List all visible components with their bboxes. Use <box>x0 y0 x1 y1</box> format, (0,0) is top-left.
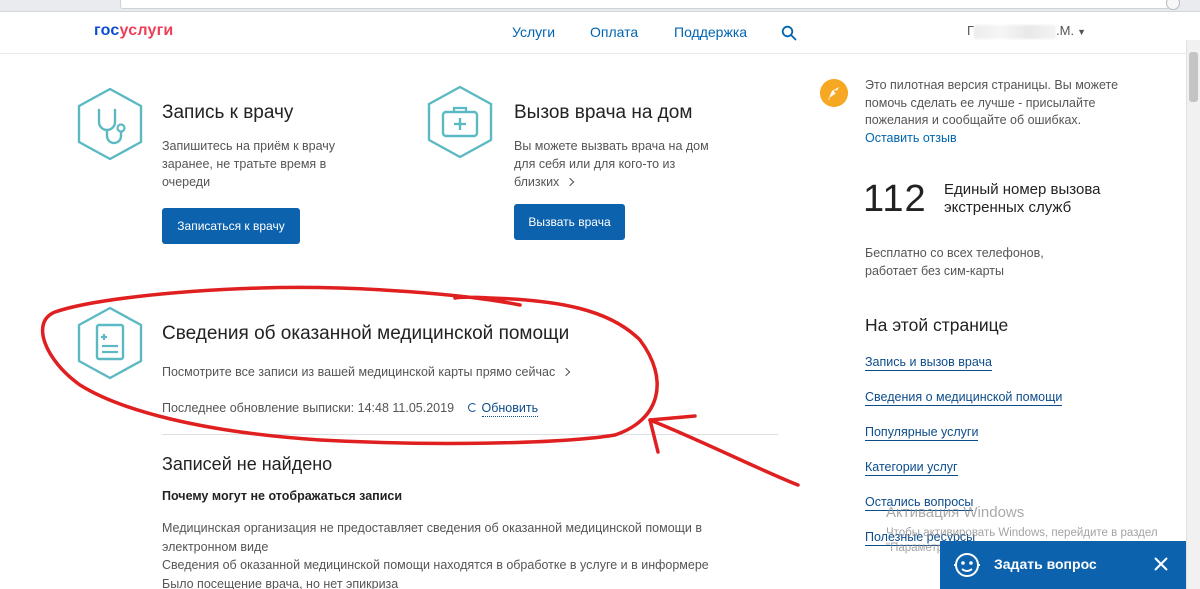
user-menu[interactable]: Г .М. ▼ <box>967 23 1086 39</box>
stethoscope-icon <box>77 87 143 161</box>
appointment-desc-line: Запишитесь на приём к врачу <box>162 139 336 153</box>
section-divider <box>162 434 778 435</box>
site-header: госуслуги Услуги Оплата Поддержка Г .М. ▼ <box>0 12 1186 54</box>
reason-line: Сведения об оказанной медицинской помощи… <box>162 558 709 572</box>
refresh-button[interactable]: Обновить <box>467 401 539 417</box>
anchor-link-appointment[interactable]: Запись и вызов врача <box>865 355 992 371</box>
ask-question-widget[interactable]: Задать вопрос <box>940 541 1186 589</box>
reason-line: электронном виде <box>162 539 269 554</box>
no-records-reasons: Медицинская организация не предоставляет… <box>162 519 782 589</box>
search-icon[interactable] <box>781 25 797 41</box>
no-records-subtitle: Почему могут не отображаться записи <box>162 489 403 503</box>
medical-help-title[interactable]: Сведения об оказанной медицинской помощи <box>162 323 569 345</box>
home-visit-desc-last: близких <box>514 175 560 189</box>
page-scrollbar[interactable] <box>1186 40 1200 589</box>
reason-line: Медицинская организация не предоставляет… <box>162 521 703 535</box>
no-records-title: Записей не найдено <box>162 454 333 474</box>
browser-menu-button[interactable] <box>1166 0 1180 10</box>
arrow-shaft <box>648 418 800 487</box>
chevron-right-icon <box>561 367 571 376</box>
call-doctor-button[interactable]: Вызвать врача <box>514 204 625 240</box>
anchor-link-medical[interactable]: Сведения о медицинской помощи <box>865 390 1063 406</box>
nav-oplata[interactable]: Оплата <box>590 24 638 40</box>
logo-part-uslugi: услуги <box>119 22 174 39</box>
chevron-right-icon[interactable] <box>566 177 575 186</box>
nav-support[interactable]: Поддержка <box>674 24 747 40</box>
user-name-blurred <box>974 24 1057 39</box>
chevron-down-icon: ▼ <box>1077 26 1087 37</box>
reason-line: Было посещение врача, но нет эпикриза <box>162 576 399 589</box>
refresh-icon <box>467 403 477 413</box>
user-initial: Г <box>967 23 975 38</box>
emergency-number: 112 <box>863 178 927 220</box>
user-suffix: .М. <box>1056 23 1075 38</box>
home-visit-desc-line: Вы можете вызвать врача на дом <box>514 139 709 153</box>
anchor-link-categories[interactable]: Категории услуг <box>865 460 958 476</box>
medkit-icon <box>427 85 493 159</box>
last-update-label: Последнее обновление выписки: 14:48 11.0… <box>162 401 455 415</box>
appointment-desc-line: заранее, не тратьте время в <box>162 157 327 171</box>
home-visit-title[interactable]: Вызов врача на дом <box>514 102 692 124</box>
update-row: Последнее обновление выписки: 14:48 11.0… <box>162 399 539 417</box>
feedback-link[interactable]: Оставить отзыв <box>865 131 957 145</box>
pilot-notice-text: Это пилотная версия страницы. Вы можете … <box>865 78 1119 127</box>
pilot-notice: Это пилотная версия страницы. Вы можете … <box>865 77 1125 147</box>
medical-record-icon <box>77 306 143 380</box>
medical-help-desc-row[interactable]: Посмотрите все записи из вашей медицинск… <box>162 363 571 381</box>
book-doctor-button[interactable]: Записаться к врачу <box>162 208 300 244</box>
home-visit-desc-line: близких <box>514 173 709 191</box>
home-visit-desc: Вы можете вызвать врача на дом для себя … <box>514 137 709 191</box>
browser-toolbar <box>0 0 1200 12</box>
emergency-label: Единый номер вызова экстренных служб <box>944 181 1101 216</box>
logo-part-gos: гос <box>94 22 120 39</box>
anchor-link-popular[interactable]: Популярные услуги <box>865 425 979 441</box>
appointment-desc-line: очереди <box>162 175 211 189</box>
close-icon[interactable] <box>1152 555 1170 573</box>
address-bar[interactable] <box>120 0 1170 9</box>
appointment-desc: Запишитесь на приём к врачу заранее, не … <box>162 137 335 191</box>
nav-uslugi[interactable]: Услуги <box>512 24 555 40</box>
on-this-page-title: На этой странице <box>865 315 1009 335</box>
windows-activation-title: Активация Windows <box>886 504 1025 521</box>
appointment-title[interactable]: Запись к врачу <box>162 102 293 124</box>
scrollbar-thumb[interactable] <box>1189 52 1198 102</box>
refresh-link[interactable]: Обновить <box>481 401 539 417</box>
rocket-icon <box>820 79 848 107</box>
chatbot-icon <box>954 553 980 577</box>
gosuslugi-logo[interactable]: госуслуги <box>94 22 173 40</box>
home-visit-desc-line: для себя или для кого-то из <box>514 157 676 171</box>
emergency-desc: Бесплатно со всех телефонов, работает бе… <box>865 246 1044 278</box>
ask-question-label: Задать вопрос <box>994 556 1097 572</box>
medical-help-desc: Посмотрите все записи из вашей медицинск… <box>162 365 556 379</box>
